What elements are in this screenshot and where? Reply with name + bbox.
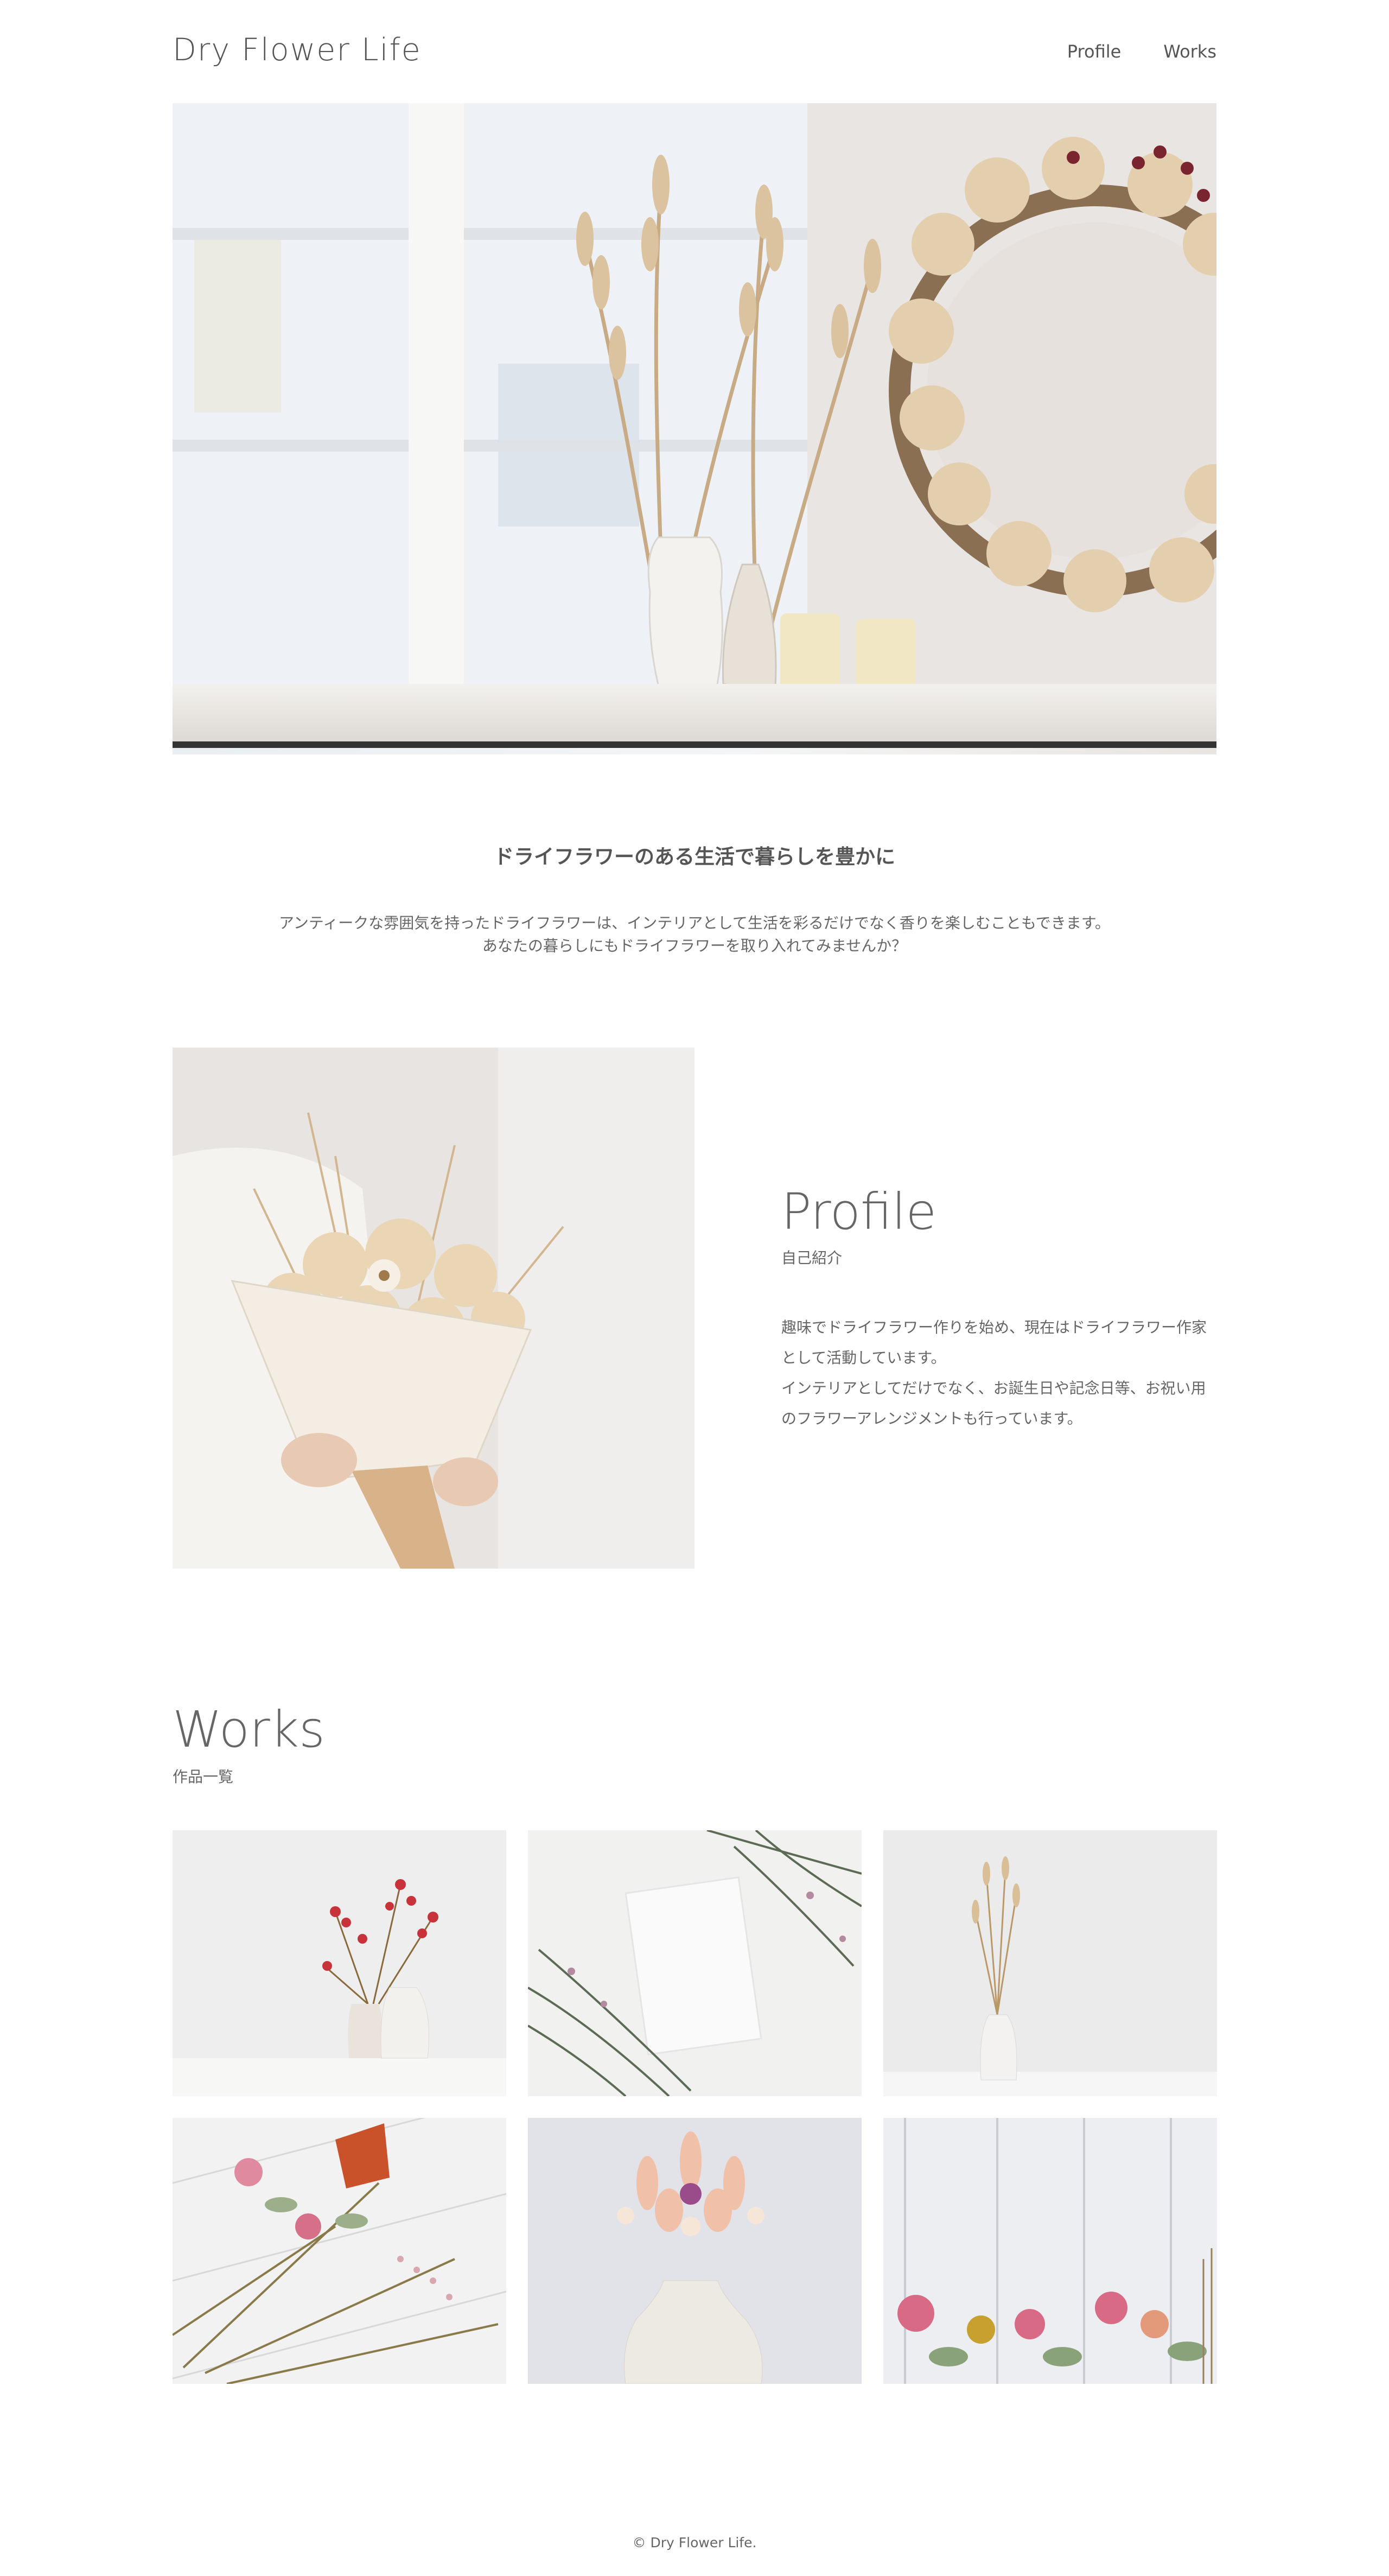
work-image-single-vase bbox=[883, 1830, 1217, 2096]
work-image-red-berries-vases bbox=[173, 1830, 506, 2096]
intro-line: アンティークな雰囲気を持ったドライフラワーは、インテリアとして生活を彩るだけでな… bbox=[279, 914, 1110, 932]
intro-line: あなたの暮らしにもドライフラワーを取り入れてみませんか？ bbox=[482, 937, 907, 955]
copyright-text: © Dry Flower Life. bbox=[632, 2535, 757, 2550]
profile-line: として活動しています。 bbox=[781, 1349, 946, 1367]
profile-line: のフラワーアレンジメントも行っています。 bbox=[781, 1410, 1082, 1427]
profile-line: インテリアとしてだけでなく、お誕生日や記念日等、お祝い用 bbox=[781, 1379, 1206, 1397]
nav-link-works[interactable]: Works bbox=[1163, 38, 1216, 65]
site-logo[interactable]: Dry Flower Life bbox=[173, 28, 422, 72]
profile-text: 趣味でドライフラワー作りを始め、現在はドライフラワー作家 として活動しています。… bbox=[781, 1312, 1215, 1434]
intro-text: アンティークな雰囲気を持ったドライフラワーは、インテリアとして生活を彩るだけでな… bbox=[0, 912, 1389, 957]
site-footer: © Dry Flower Life. bbox=[0, 2535, 1389, 2550]
works-heading: Works bbox=[173, 1701, 325, 1759]
work-image-pink-bouquet-vase bbox=[528, 2118, 862, 2384]
works-gallery bbox=[173, 1830, 1217, 2384]
profile-bouquet-image bbox=[173, 1048, 694, 1569]
nav-link-profile[interactable]: Profile bbox=[1067, 38, 1122, 65]
hero-image bbox=[173, 103, 1216, 754]
profile-heading: Profile bbox=[781, 1183, 937, 1241]
site-header: Dry Flower Life Profile Works bbox=[173, 28, 1216, 72]
work-image-hanging-flowers bbox=[883, 2118, 1217, 2384]
main-nav: Profile Works bbox=[1067, 38, 1216, 65]
profile-subheading: 自己紹介 bbox=[781, 1249, 843, 1267]
works-subheading: 作品一覧 bbox=[173, 1768, 234, 1786]
page: Dry Flower Life Profile Works ドライフラワーのある… bbox=[0, 0, 1389, 2576]
work-image-card-greenery bbox=[528, 1830, 862, 2096]
intro-heading: ドライフラワーのある生活で暮らしを豊かに bbox=[494, 845, 895, 868]
work-image-flowers-on-table bbox=[173, 2118, 506, 2384]
profile-line: 趣味でドライフラワー作りを始め、現在はドライフラワー作家 bbox=[781, 1318, 1207, 1336]
